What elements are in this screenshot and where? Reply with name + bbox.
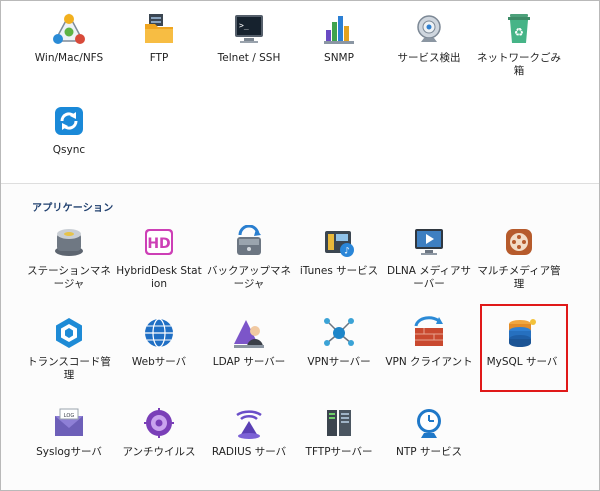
radius-server-icon — [236, 410, 262, 439]
tile-label: VPNサーバー — [307, 356, 371, 368]
itunes-service-icon: ♪ — [325, 231, 354, 257]
tile-win-mac-nfs[interactable]: Win/Mac/NFS — [25, 12, 113, 65]
tile-label: FTP — [149, 52, 169, 64]
tile-label: Syslogサーバ — [36, 446, 102, 458]
tile-ldap-server[interactable]: LDAP サーバー — [205, 316, 293, 369]
tile-itunes-service[interactable]: ♪ iTunes サービス — [295, 225, 383, 278]
tile-telnet-ssh[interactable]: >_ Telnet / SSH — [205, 12, 293, 65]
tile-label: トランスコード管理 — [27, 356, 111, 381]
tile-label: TFTPサーバー — [305, 446, 373, 458]
tile-qsync[interactable]: Qsync — [25, 104, 113, 157]
svg-text:>_: >_ — [239, 21, 249, 30]
antivirus-icon — [144, 408, 174, 438]
tile-multimedia-management[interactable]: マルチメディア管理 — [475, 225, 563, 291]
svg-text:♻: ♻ — [514, 26, 524, 39]
qsync-icon — [55, 107, 83, 135]
tile-tftp-server[interactable]: TFTPサーバー — [295, 406, 383, 459]
tile-label: アンチウイルス — [122, 446, 196, 458]
tile-station-manager[interactable]: ステーションマネージャ — [25, 225, 113, 291]
tile-label: HybridDesk Station — [116, 265, 202, 290]
tile-ftp[interactable]: FTP — [115, 12, 203, 65]
svg-text:HD: HD — [147, 236, 170, 252]
syslog-envelope-icon: LOG — [55, 408, 83, 436]
network-share-icon — [53, 13, 85, 44]
backup-manager-icon — [237, 225, 261, 255]
tile-label: LDAP サーバー — [212, 356, 286, 368]
vpn-server-icon — [324, 318, 354, 346]
svg-text:♪: ♪ — [344, 247, 350, 257]
tile-hybriddesk-station[interactable]: HD HybridDesk Station — [115, 225, 203, 291]
tile-backup-manager[interactable]: バックアップマネージャ — [205, 225, 293, 291]
highlight-box — [480, 304, 568, 392]
section-title-applications: アプリケーション — [32, 203, 114, 214]
tile-label: NTP サービス — [396, 446, 462, 458]
tile-label: Win/Mac/NFS — [34, 52, 104, 64]
transcode-icon — [56, 318, 82, 348]
tile-snmp[interactable]: SNMP — [295, 12, 383, 65]
tile-network-recycle-bin[interactable]: ♻ ネットワークごみ箱 — [475, 12, 563, 78]
svg-text:LOG: LOG — [64, 413, 75, 419]
ldap-server-icon — [234, 320, 264, 348]
tile-service-discovery[interactable]: サービス検出 — [385, 12, 473, 65]
station-manager-icon — [55, 229, 83, 256]
tile-label: サービス検出 — [397, 52, 461, 64]
tile-vpn-server[interactable]: VPNサーバー — [295, 316, 383, 369]
tile-label: バックアップマネージャ — [207, 265, 291, 290]
web-globe-icon — [145, 318, 173, 348]
ntp-clock-icon — [417, 409, 441, 438]
vpn-client-icon — [414, 316, 443, 346]
ftp-folder-icon — [145, 14, 173, 43]
tile-label: RADIUS サーバ — [211, 446, 287, 458]
tile-ntp-service[interactable]: NTP サービス — [385, 406, 473, 459]
tile-label: DLNA メディアサーバー — [386, 265, 472, 290]
service-discovery-icon — [417, 15, 441, 42]
terminal-icon: >_ — [235, 15, 263, 43]
tile-syslog-server[interactable]: LOG Syslogサーバ — [25, 406, 113, 459]
tile-label: Webサーバ — [131, 356, 187, 368]
hybriddesk-icon: HD — [145, 229, 173, 255]
tile-antivirus[interactable]: アンチウイルス — [115, 406, 203, 459]
tile-label: Qsync — [52, 144, 86, 156]
tile-radius-server[interactable]: RADIUS サーバ — [205, 406, 293, 459]
snmp-chart-icon — [324, 16, 354, 44]
tile-label: iTunes サービス — [299, 265, 379, 277]
tile-label: SNMP — [324, 52, 354, 64]
tile-web-server[interactable]: Webサーバ — [115, 316, 203, 369]
tile-label: ステーションマネージャ — [27, 265, 111, 290]
tile-vpn-client[interactable]: VPN クライアント — [385, 316, 473, 369]
section-divider — [1, 183, 599, 184]
multimedia-icon — [506, 229, 532, 255]
tile-transcode-management[interactable]: トランスコード管理 — [25, 316, 113, 382]
tile-label: マルチメディア管理 — [477, 265, 561, 290]
tile-label: Telnet / SSH — [217, 52, 281, 64]
tftp-server-icon — [327, 410, 351, 436]
recycle-bin-icon: ♻ — [508, 14, 530, 43]
tile-label: VPN クライアント — [385, 356, 473, 368]
dlna-media-server-icon — [415, 229, 443, 255]
tile-label: ネットワークごみ箱 — [477, 52, 561, 77]
tile-dlna-media-server[interactable]: DLNA メディアサーバー — [385, 225, 473, 291]
